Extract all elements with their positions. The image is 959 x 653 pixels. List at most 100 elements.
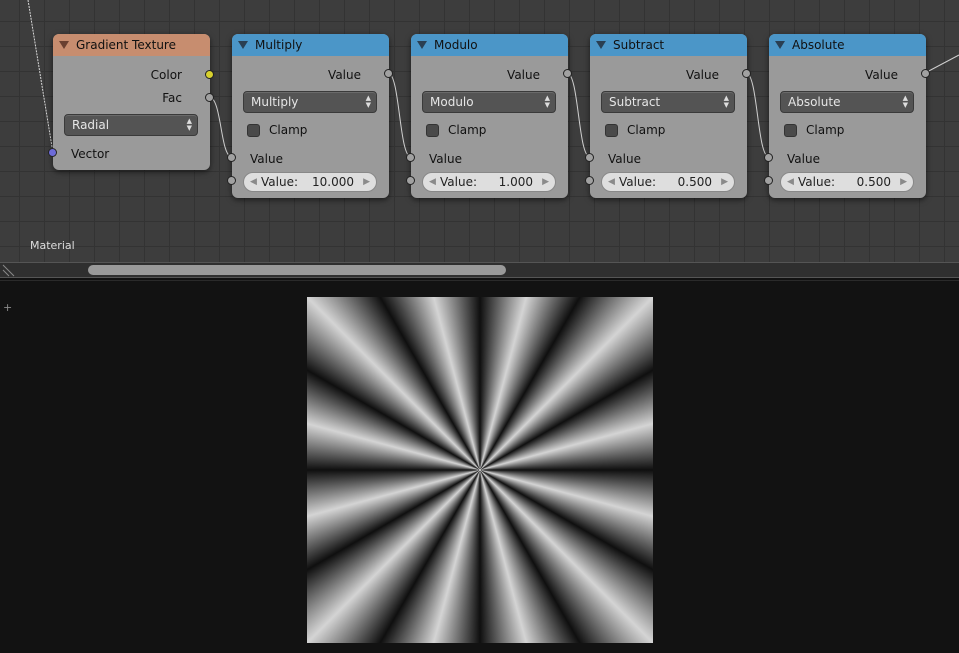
node-editor[interactable]: Gradient Texture Color Fac Radial ▲ ▼ Vec… <box>0 0 959 278</box>
link-multiply-modulo <box>387 72 412 158</box>
input-value-socket[interactable] <box>585 153 594 162</box>
link-fac-multiply <box>208 96 233 158</box>
operation-dropdown[interactable]: Absolute ▲ ▼ <box>780 91 914 113</box>
preview-panel[interactable]: + <box>0 280 959 653</box>
output-value-label: Value <box>686 68 719 82</box>
node-subtract[interactable]: Subtract Value Subtract ▲ ▼ Clamp Value ◀… <box>585 34 751 198</box>
node-gradient-texture[interactable]: Gradient Texture Color Fac Radial ▲ ▼ Vec… <box>48 34 214 170</box>
output-fac-socket[interactable] <box>205 93 214 102</box>
input-value2-socket[interactable] <box>585 176 594 185</box>
input-vector-socket[interactable] <box>48 148 57 157</box>
plus-icon[interactable]: + <box>3 301 12 314</box>
clamp-checkbox[interactable] <box>605 124 618 137</box>
value-field[interactable]: ◀ Value: 0.500 ▶ <box>601 172 735 192</box>
input-value2-socket[interactable] <box>406 176 415 185</box>
value-field-value: 10.000 <box>312 175 354 189</box>
dropdown-value: Radial <box>72 118 110 132</box>
dropdown-arrows-icon: ▲ ▼ <box>365 94 371 109</box>
operation-dropdown[interactable]: Multiply ▲ ▼ <box>243 91 377 113</box>
clamp-label: Clamp <box>269 123 308 137</box>
operation-dropdown[interactable]: Modulo ▲ ▼ <box>422 91 556 113</box>
input-value-label: Value <box>787 152 820 166</box>
output-value-socket[interactable] <box>563 69 572 78</box>
value-field-value: 0.500 <box>677 175 712 189</box>
dropdown-value: Modulo <box>430 95 474 109</box>
dropdown-value: Multiply <box>251 95 299 109</box>
link-modulo-subtract <box>566 72 591 158</box>
node-header[interactable]: Modulo <box>411 34 568 56</box>
gradient-type-dropdown[interactable]: Radial ▲ ▼ <box>64 114 198 136</box>
output-fac-label: Fac <box>162 91 182 105</box>
dropdown-arrows-icon: ▲ ▼ <box>723 94 729 109</box>
clamp-checkbox[interactable] <box>784 124 797 137</box>
operation-dropdown[interactable]: Subtract ▲ ▼ <box>601 91 735 113</box>
node-absolute[interactable]: Absolute Value Absolute ▲ ▼ Clamp Value ◀… <box>764 34 930 198</box>
value-field-label: Value: <box>619 175 656 189</box>
decrement-arrow-icon[interactable]: ◀ <box>787 173 794 191</box>
render-preview-image <box>307 297 653 643</box>
clamp-checkbox[interactable] <box>426 124 439 137</box>
value-field[interactable]: ◀ Value: 10.000 ▶ <box>243 172 377 192</box>
node-title: Modulo <box>434 38 478 52</box>
output-value-label: Value <box>865 68 898 82</box>
output-color-socket[interactable] <box>205 70 214 79</box>
dropdown-arrows-icon: ▲ ▼ <box>902 94 908 109</box>
output-value-label: Value <box>507 68 540 82</box>
node-header[interactable]: Multiply <box>232 34 389 56</box>
increment-arrow-icon[interactable]: ▶ <box>721 173 728 191</box>
value-field[interactable]: ◀ Value: 0.500 ▶ <box>780 172 914 192</box>
clamp-checkbox[interactable] <box>247 124 260 137</box>
decrement-arrow-icon[interactable]: ◀ <box>250 173 257 191</box>
node-modulo[interactable]: Modulo Value Modulo ▲ ▼ Clamp Value ◀ Val… <box>406 34 572 198</box>
horizontal-scrollbar[interactable] <box>0 262 959 278</box>
output-value-label: Value <box>328 68 361 82</box>
clamp-label: Clamp <box>627 123 666 137</box>
decrement-arrow-icon[interactable]: ◀ <box>608 173 615 191</box>
area-resize-grip-icon[interactable] <box>2 264 16 278</box>
node-multiply[interactable]: Multiply Value Multiply ▲ ▼ Clamp Value ◀… <box>227 34 393 198</box>
increment-arrow-icon[interactable]: ▶ <box>363 173 370 191</box>
value-field[interactable]: ◀ Value: 1.000 ▶ <box>422 172 556 192</box>
output-value-socket[interactable] <box>742 69 751 78</box>
link-subtract-absolute <box>745 72 770 158</box>
scrollbar-thumb[interactable] <box>88 265 506 275</box>
input-value2-socket[interactable] <box>764 176 773 185</box>
increment-arrow-icon[interactable]: ▶ <box>542 173 549 191</box>
collapse-arrow-icon[interactable] <box>238 41 248 49</box>
clamp-label: Clamp <box>448 123 487 137</box>
input-value-label: Value <box>608 152 641 166</box>
value-field-label: Value: <box>798 175 835 189</box>
node-title: Gradient Texture <box>76 38 176 52</box>
collapse-arrow-icon[interactable] <box>775 41 785 49</box>
collapse-arrow-icon[interactable] <box>417 41 427 49</box>
clamp-label: Clamp <box>806 123 845 137</box>
output-value-socket[interactable] <box>384 69 393 78</box>
link-vector-input <box>27 0 54 154</box>
node-title: Absolute <box>792 38 845 52</box>
editor-context-label: Material <box>30 239 75 252</box>
dropdown-value: Absolute <box>788 95 841 109</box>
dropdown-arrows-icon: ▲ ▼ <box>544 94 550 109</box>
dropdown-value: Subtract <box>609 95 661 109</box>
decrement-arrow-icon[interactable]: ◀ <box>429 173 436 191</box>
input-value-socket[interactable] <box>227 153 236 162</box>
node-title: Multiply <box>255 38 303 52</box>
input-value-socket[interactable] <box>764 153 773 162</box>
value-field-value: 1.000 <box>498 175 533 189</box>
node-header[interactable]: Gradient Texture <box>53 34 210 56</box>
node-title: Subtract <box>613 38 665 52</box>
input-value2-socket[interactable] <box>227 176 236 185</box>
output-color-label: Color <box>150 68 182 82</box>
input-value-socket[interactable] <box>406 153 415 162</box>
value-field-value: 0.500 <box>856 175 891 189</box>
collapse-arrow-icon[interactable] <box>596 41 606 49</box>
input-vector-label: Vector <box>71 147 110 161</box>
node-header[interactable]: Absolute <box>769 34 926 56</box>
value-field-label: Value: <box>261 175 298 189</box>
node-header[interactable]: Subtract <box>590 34 747 56</box>
increment-arrow-icon[interactable]: ▶ <box>900 173 907 191</box>
output-value-socket[interactable] <box>921 69 930 78</box>
collapse-arrow-icon[interactable] <box>59 41 69 49</box>
link-absolute-out <box>924 54 959 74</box>
dropdown-arrows-icon: ▲ ▼ <box>186 117 192 132</box>
